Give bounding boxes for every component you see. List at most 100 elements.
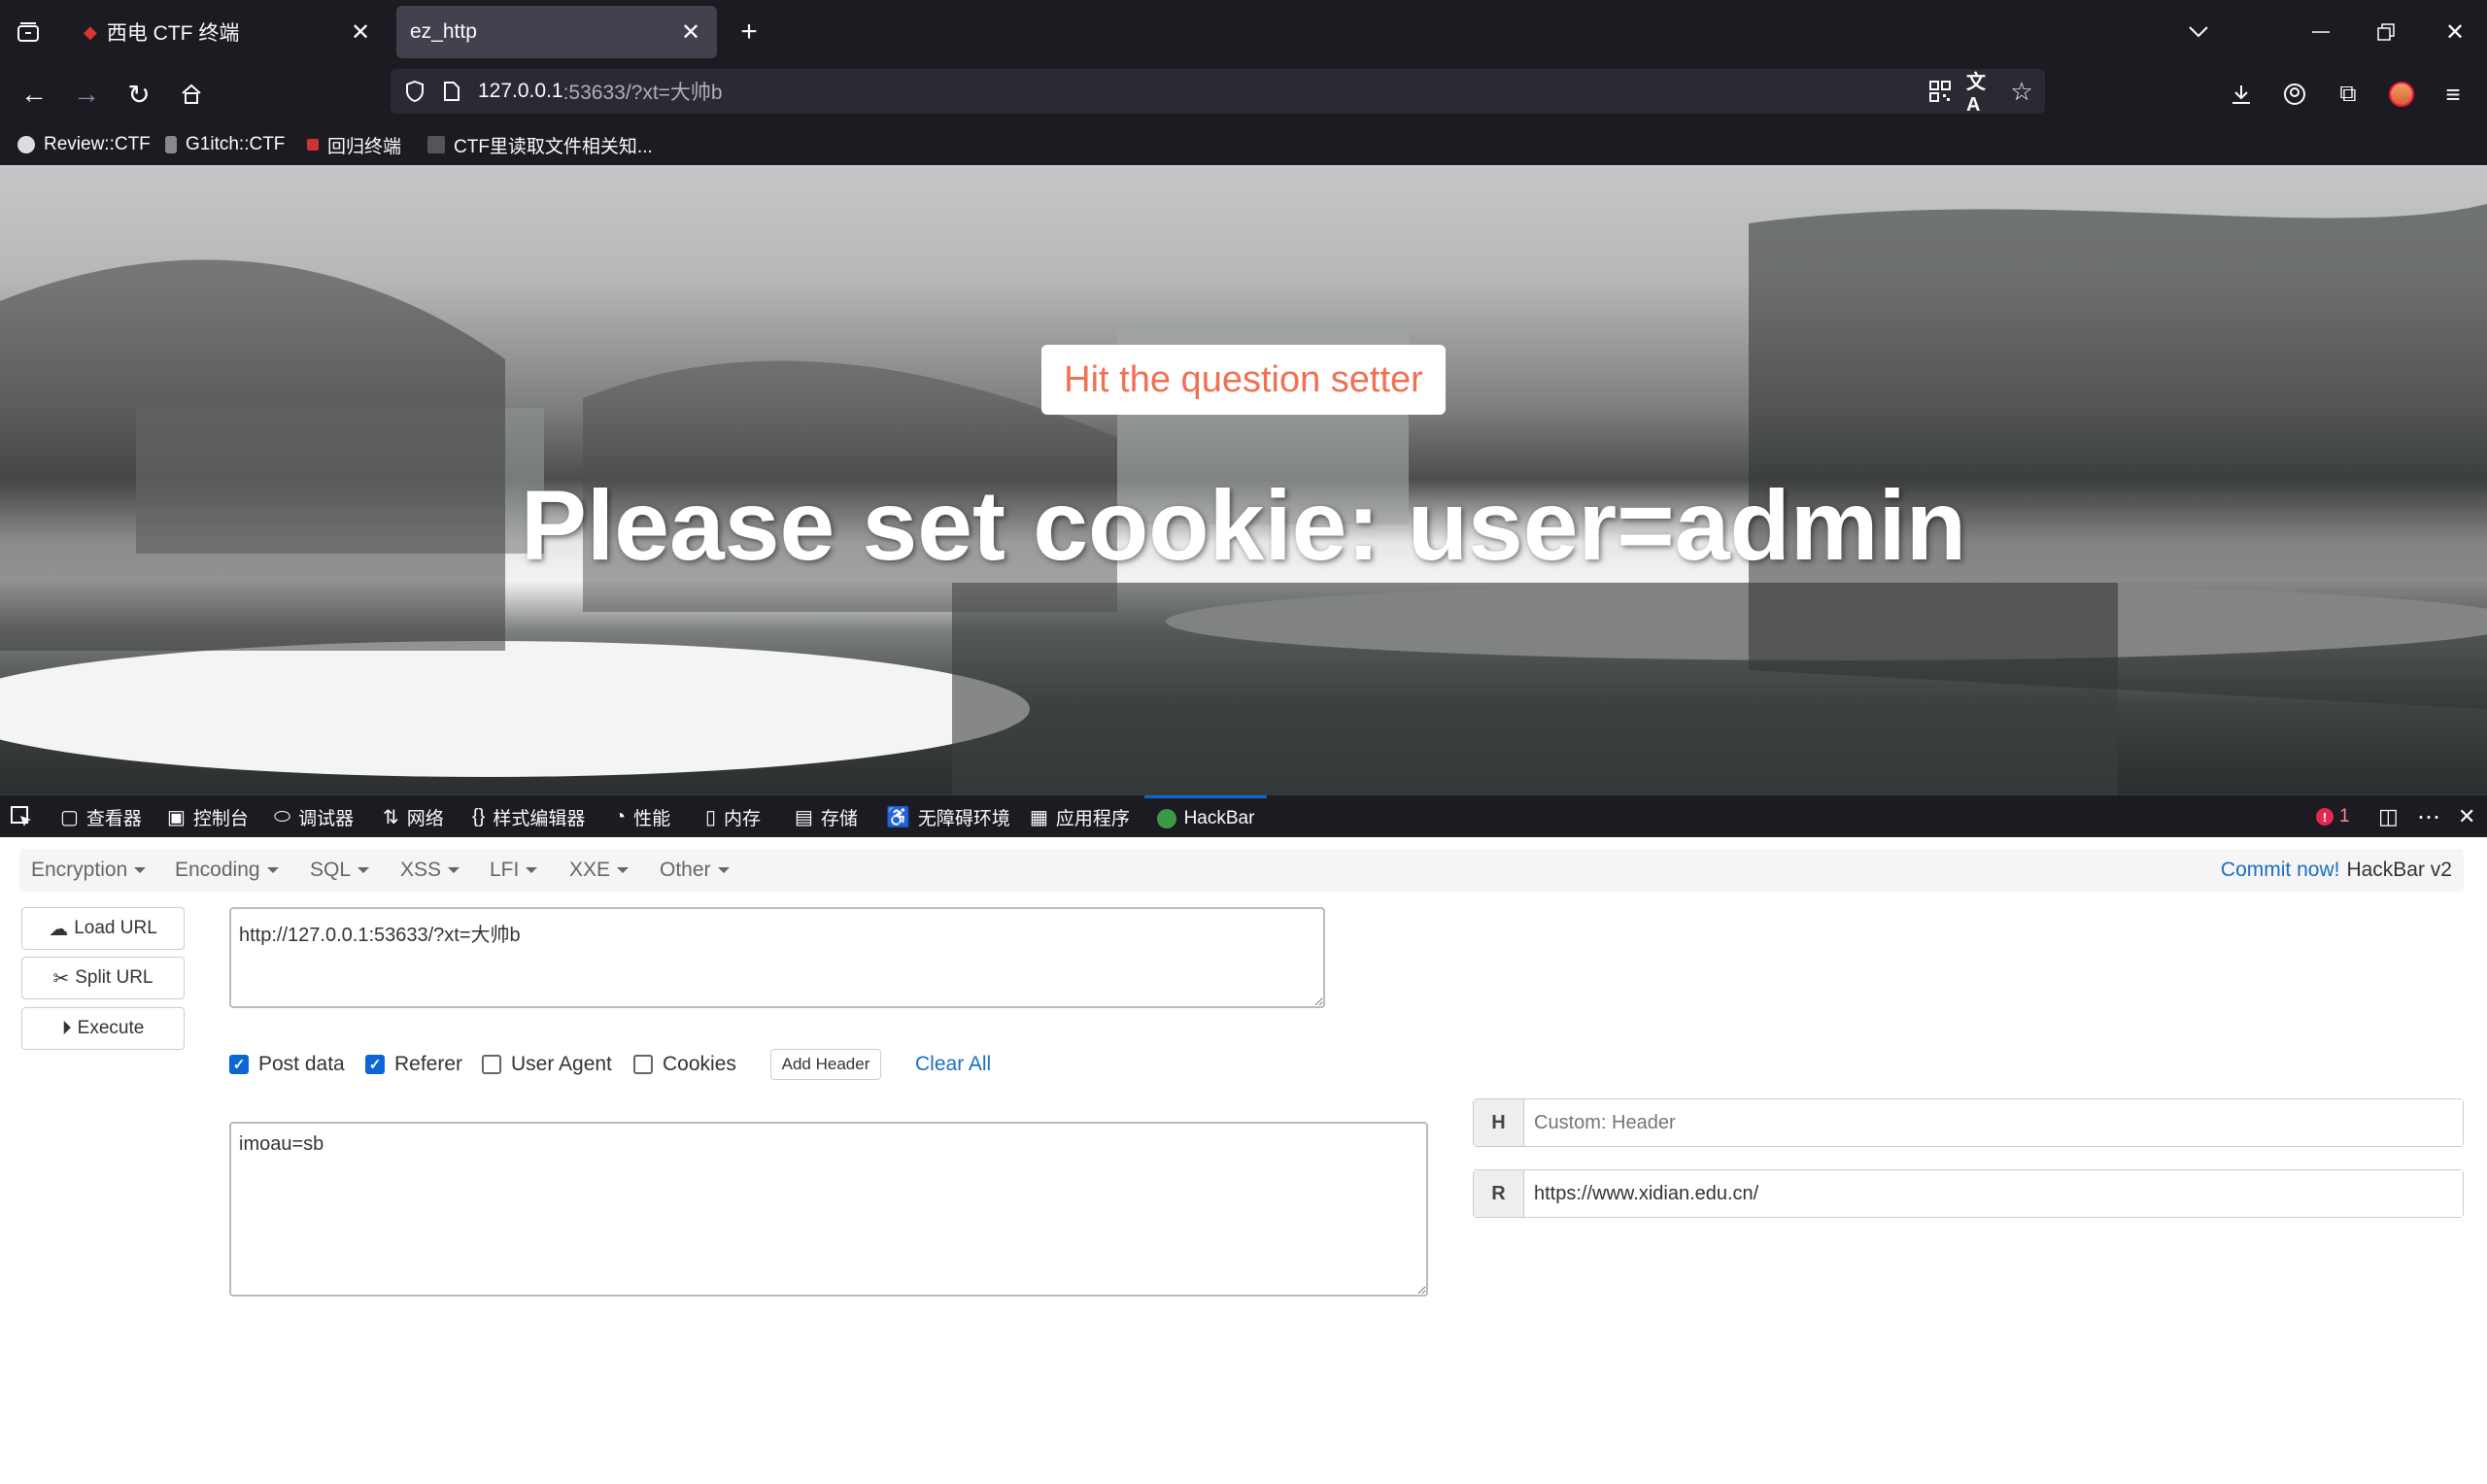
menu-encryption[interactable]: Encryption: [31, 849, 146, 892]
hit-question-setter-button[interactable]: Hit the question setter: [1041, 345, 1446, 415]
menu-encoding[interactable]: Encoding: [175, 849, 279, 892]
devtools-tab-label: 无障碍环境: [917, 808, 1010, 829]
devtools-tab-label: 内存: [724, 808, 762, 829]
devtools-tab-style-editor[interactable]: {} 样式编辑器: [472, 795, 585, 838]
download-icon[interactable]: [2225, 78, 2258, 111]
chevron-down-icon[interactable]: [2184, 17, 2213, 47]
commit-now-link[interactable]: Commit now!: [2221, 859, 2340, 882]
bookmark-return-terminal[interactable]: 回归终端: [307, 130, 401, 159]
error-count: 1: [2339, 806, 2350, 826]
restore-icon[interactable]: [2371, 17, 2401, 47]
bookmark-ctf-file-read[interactable]: CTF里读取文件相关知...: [427, 130, 653, 159]
bookmark-glitch-ctf[interactable]: G1itch::CTF: [165, 130, 285, 159]
shield-icon[interactable]: [400, 77, 429, 106]
page-icon[interactable]: [437, 77, 466, 106]
window-close-icon[interactable]: ✕: [2440, 17, 2470, 47]
post-body-textarea[interactable]: imoau=sb: [229, 1122, 1428, 1297]
add-header-button[interactable]: Add Header: [770, 1049, 881, 1080]
hackbar-icon: [1156, 808, 1176, 828]
translate-icon[interactable]: 文A: [1966, 72, 1995, 116]
checkbox-checked-icon: ✓: [229, 1055, 249, 1074]
button-label: Split URL: [75, 967, 153, 988]
user-agent-checkbox[interactable]: User Agent: [482, 1050, 612, 1079]
devtools-tab-network[interactable]: ⇅ 网络: [383, 795, 444, 838]
tab-xidian[interactable]: ◆ 西电 CTF 终端 ✕: [66, 6, 387, 58]
devtools-tab-debugger[interactable]: ⬭ 调试器: [274, 795, 354, 838]
url-textarea[interactable]: http://127.0.0.1:53633/?xt=大帅b: [229, 907, 1325, 1008]
devtools-tab-memory[interactable]: ▯ 内存: [705, 795, 761, 838]
more-options-icon[interactable]: ⋯: [2417, 795, 2440, 838]
menu-icon[interactable]: ≡: [2436, 78, 2470, 111]
menu-other[interactable]: Other: [660, 849, 730, 892]
split-url-button[interactable]: ✂ Split URL: [21, 957, 185, 999]
close-icon[interactable]: ✕: [678, 19, 703, 46]
profile-avatar-icon[interactable]: [2385, 78, 2418, 111]
devtools-tab-console[interactable]: ▣ 控制台: [167, 795, 249, 838]
devtools-tab-accessibility[interactable]: ♿ 无障碍环境: [886, 795, 1010, 838]
menu-sql[interactable]: SQL: [310, 849, 369, 892]
account-icon[interactable]: [2278, 78, 2311, 111]
button-label: Execute: [77, 1018, 145, 1038]
bookmark-label: 回归终端: [327, 136, 402, 157]
reload-icon[interactable]: ↻: [122, 78, 155, 111]
bookmark-favicon-icon: [17, 136, 35, 153]
star-icon[interactable]: ☆: [2007, 77, 2036, 106]
style-editor-icon: {}: [472, 805, 486, 827]
tab-list-icon[interactable]: [14, 17, 43, 47]
storage-icon: ▤: [795, 806, 813, 828]
bookmark-favicon-icon: [307, 139, 319, 151]
referer-input[interactable]: [1524, 1170, 2463, 1217]
menu-lfi[interactable]: LFI: [490, 849, 537, 892]
checkbox-checked-icon: ✓: [365, 1055, 385, 1074]
commit-version: Commit now! HackBar v2: [2221, 849, 2452, 892]
post-data-checkbox[interactable]: ✓ Post data: [229, 1050, 345, 1079]
devtools-tab-inspector[interactable]: ▢ 查看器: [60, 795, 142, 838]
menu-xss[interactable]: XSS: [400, 849, 460, 892]
network-icon: ⇅: [383, 806, 399, 828]
checkbox-label: Referer: [394, 1053, 463, 1075]
menu-xxe[interactable]: XXE: [569, 849, 629, 892]
browser-chrome: ◆ 西电 CTF 终端 ✕ ez_http ✕ + ✕ ← → ↻ 127.0.…: [0, 0, 2487, 165]
tab-ez-http[interactable]: ez_http ✕: [396, 6, 717, 58]
devtools-tab-hackbar[interactable]: HackBar: [1144, 795, 1267, 838]
home-icon[interactable]: [175, 78, 208, 111]
devtools-tab-label: 存储: [820, 808, 858, 829]
devtools-tab-label: 网络: [406, 808, 444, 829]
new-tab-icon[interactable]: +: [734, 16, 764, 48]
minimize-icon[interactable]: [2306, 17, 2335, 47]
referer-checkbox[interactable]: ✓ Referer: [365, 1050, 462, 1079]
back-icon[interactable]: ←: [17, 78, 51, 111]
devtools-tab-application[interactable]: ▦ 应用程序: [1030, 795, 1130, 838]
error-count-badge[interactable]: ! 1: [2316, 795, 2350, 838]
qr-code-icon[interactable]: [1925, 77, 1955, 106]
dock-side-icon[interactable]: ◫: [2378, 795, 2399, 838]
devtools-tab-storage[interactable]: ▤ 存储: [795, 795, 858, 838]
devtools-tab-label: 样式编辑器: [493, 808, 586, 829]
checkbox-unchecked-icon: [482, 1055, 501, 1074]
execute-button[interactable]: ⏵ Execute: [21, 1007, 185, 1050]
memory-icon: ▯: [705, 806, 717, 828]
page-hero: Hit the question setter Please set cooki…: [0, 165, 2487, 794]
bookmark-review-ctf[interactable]: Review::CTF: [17, 130, 151, 159]
hackbar-version: HackBar v2: [2346, 859, 2452, 881]
debugger-icon: ⬭: [274, 805, 291, 827]
url-text[interactable]: 127.0.0.1:53633/?xt=大帅b: [478, 69, 723, 114]
url-bar[interactable]: 127.0.0.1:53633/?xt=大帅b 文A ☆: [391, 69, 2045, 116]
element-picker-icon[interactable]: [10, 795, 33, 838]
custom-header-input[interactable]: [1524, 1099, 2463, 1146]
error-icon: !: [2316, 808, 2334, 826]
tab-bar: ◆ 西电 CTF 终端 ✕ ez_http ✕ + ✕: [0, 0, 2487, 64]
forward-icon[interactable]: →: [70, 78, 103, 111]
devtools-tab-label: 应用程序: [1055, 808, 1130, 829]
load-url-button[interactable]: ☁ Load URL: [21, 907, 185, 950]
header-key: R: [1474, 1170, 1524, 1217]
devtools-close-icon[interactable]: ✕: [2458, 795, 2475, 838]
devtools-tab-performance[interactable]: ◔ 性能: [614, 795, 670, 838]
accessibility-icon: ♿: [886, 806, 910, 828]
checkbox-label: User Agent: [511, 1053, 612, 1075]
close-icon[interactable]: ✕: [348, 19, 373, 46]
tab-title: ez_http: [410, 20, 477, 43]
extensions-icon[interactable]: ⧉: [2332, 78, 2365, 111]
cookies-checkbox[interactable]: Cookies: [633, 1050, 736, 1079]
clear-all-link[interactable]: Clear All: [915, 1050, 991, 1079]
